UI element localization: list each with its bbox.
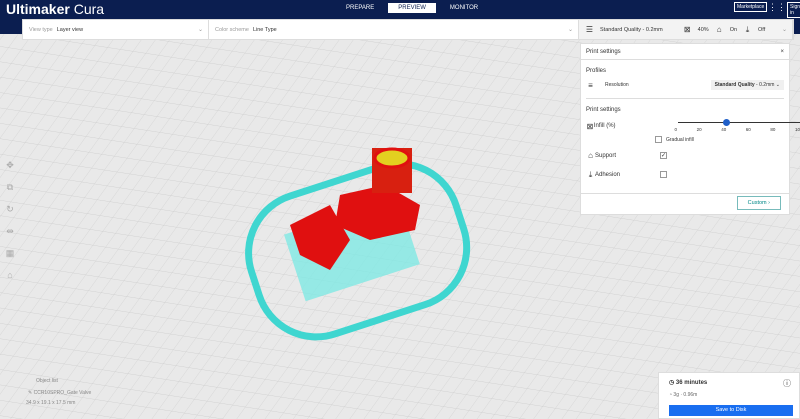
view-toolbar: View type Layer view ⌄ Color scheme Line Ty… <box>22 19 794 40</box>
info-icon[interactable]: ⓘ <box>783 378 791 389</box>
move-tool-icon[interactable]: ✥ <box>2 160 18 172</box>
tab-preview[interactable]: PREVIEW <box>388 3 436 13</box>
print-time: 36 minutes <box>675 380 708 386</box>
support-summary: On <box>729 26 738 33</box>
infill-label: Infill (%) <box>593 123 616 129</box>
adhesion-icon: ⤓ <box>588 170 593 179</box>
save-to-disk-button[interactable]: Save to Disk <box>669 405 793 416</box>
object-dimensions: 34.9 x 19.1 x 17.5 mm <box>26 400 76 406</box>
per-model-settings-icon[interactable]: ▦ <box>2 248 18 260</box>
adhesion-icon: ⤓ <box>745 25 750 34</box>
view-type-value: Layer view <box>56 26 84 33</box>
gradual-infill-label: Gradual infill <box>666 136 694 143</box>
color-scheme-label: Color scheme <box>215 26 249 33</box>
color-scheme-select[interactable]: Color scheme Line Type ⌄ <box>209 20 579 39</box>
scale-tool-icon[interactable]: ⧉ <box>2 182 18 194</box>
tab-prepare[interactable]: PREPARE <box>336 3 384 13</box>
infill-slider[interactable]: 020406080100 <box>675 119 800 133</box>
quality-summary: Standard Quality - 0.2mm <box>600 26 663 33</box>
object-list: Object list ✎ CCR10SPRO_Gate Valve 34.9 … <box>26 378 92 406</box>
support-label: Support <box>595 152 617 159</box>
sign-in-button[interactable]: Sign in <box>787 2 800 18</box>
support-blocker-icon[interactable]: ⌂ <box>2 270 18 282</box>
adhesion-checkbox[interactable] <box>660 171 667 178</box>
infill-slider-handle[interactable] <box>722 119 730 126</box>
rotate-tool-icon[interactable]: ↻ <box>2 204 18 216</box>
material-icon: ◔ <box>669 392 673 398</box>
support-icon: ⌂ <box>588 151 593 160</box>
infill-icon: ⊠ <box>586 121 594 131</box>
view-type-label: View type <box>29 26 53 33</box>
chevron-down-icon: ⌄ <box>781 27 787 33</box>
infill-summary: 40% <box>697 26 709 33</box>
support-icon: ⌂ <box>716 25 722 34</box>
adhesion-summary: Off <box>758 26 766 33</box>
resolution-dropdown[interactable]: Standard Quality - 0.2mm ⌄ <box>710 80 784 90</box>
profiles-heading: Profiles <box>586 68 607 74</box>
material-usage: 3g · 0.96m <box>673 392 698 398</box>
chevron-down-icon: ⌄ <box>197 27 203 33</box>
print-setup-summary[interactable]: ☰ Standard Quality - 0.2mm ⊠ 40% ⌂ On ⤓ Off … <box>579 20 793 39</box>
apps-grid-icon[interactable]: ⋮⋮ <box>768 2 786 13</box>
print-settings-panel: Print settings × Profiles ≡ Resolution St… <box>580 43 800 215</box>
custom-button[interactable]: Custom › <box>736 196 781 210</box>
object-list-toggle[interactable]: Object list <box>36 378 91 384</box>
resolution-label: Resolution <box>605 82 629 88</box>
marketplace-button[interactable]: Marketplace <box>734 2 768 12</box>
adhesion-label: Adhesion <box>595 171 621 178</box>
clock-icon: ◷ <box>669 380 675 386</box>
support-checkbox[interactable]: ✓ <box>660 152 667 159</box>
chevron-down-icon: ⌄ <box>567 27 573 33</box>
panel-title: Print settings <box>586 48 621 55</box>
tool-sidebar: ✥ ⧉ ↻ ⇹ ▦ ⌂ <box>2 160 18 282</box>
tab-monitor[interactable]: MONITOR <box>440 3 488 13</box>
app-logo: Ultimaker Cura <box>6 1 105 17</box>
resolution-icon: ≡ <box>588 80 593 90</box>
gradual-infill-checkbox[interactable] <box>655 136 662 143</box>
edit-icon: ✎ <box>28 390 33 396</box>
object-name: ✎ CCR10SPRO_Gate Valve <box>28 390 92 396</box>
sliders-icon: ☰ <box>585 25 594 34</box>
infill-icon: ⊠ <box>683 25 691 34</box>
view-type-select[interactable]: View type Layer view ⌄ <box>23 20 209 39</box>
model-top-infill <box>373 147 411 169</box>
print-settings-heading: Print settings <box>586 107 621 113</box>
close-icon[interactable]: × <box>780 49 784 55</box>
job-specs-panel: ◷ 36 minutes ⓘ ◔ 3g · 0.96m Save to Disk <box>658 372 800 419</box>
mirror-tool-icon[interactable]: ⇹ <box>2 226 18 238</box>
color-scheme-value: Line Type <box>252 26 277 33</box>
